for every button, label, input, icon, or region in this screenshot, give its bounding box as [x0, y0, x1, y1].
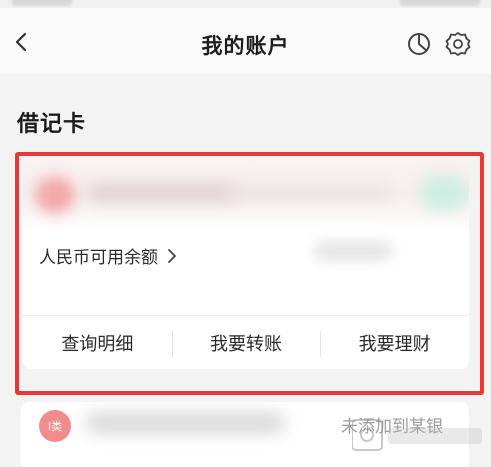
blurred-secondary-card-info — [85, 412, 285, 434]
blurred-status-right — [400, 0, 480, 6]
chevron-right-icon — [168, 248, 176, 263]
secondary-card[interactable]: I类 未添加到某银 — [21, 402, 469, 467]
blurred-card-accent — [419, 175, 469, 211]
section-title-debit: 借记卡 — [17, 112, 87, 137]
transfer-button[interactable]: 我要转账 — [171, 316, 321, 369]
card-type-badge: I类 — [39, 410, 71, 442]
settings-button[interactable] — [444, 30, 472, 58]
page-title-text: 我的账户 — [201, 34, 290, 58]
card-action-row: 查询明细 我要转账 我要理财 — [23, 315, 469, 369]
pie-chart-icon — [408, 33, 430, 55]
blurred-balance-value — [313, 241, 393, 261]
blurred-card-name — [87, 183, 237, 203]
app-header: 我的账户 — [0, 8, 491, 74]
statistics-button[interactable] — [406, 31, 432, 57]
blurred-status-left — [12, 0, 72, 6]
blurred-card-info — [23, 157, 469, 233]
blurred-bank-logo — [35, 177, 75, 213]
balance-label: 人民币可用余额 — [39, 248, 158, 268]
debit-card: 人民币可用余额 查询明细 我要转账 我要理财 — [23, 157, 469, 369]
query-details-button[interactable]: 查询明细 — [23, 316, 172, 369]
card-status-text: 未添加到某银 — [341, 417, 443, 437]
wealth-management-button[interactable]: 我要理财 — [320, 316, 469, 369]
balance-row[interactable]: 人民币可用余额 — [39, 243, 178, 268]
back-button[interactable] — [8, 28, 36, 56]
blurred-card-number — [223, 185, 393, 201]
status-strip — [0, 0, 491, 8]
gear-icon — [445, 32, 471, 56]
chevron-left-icon — [15, 32, 27, 52]
